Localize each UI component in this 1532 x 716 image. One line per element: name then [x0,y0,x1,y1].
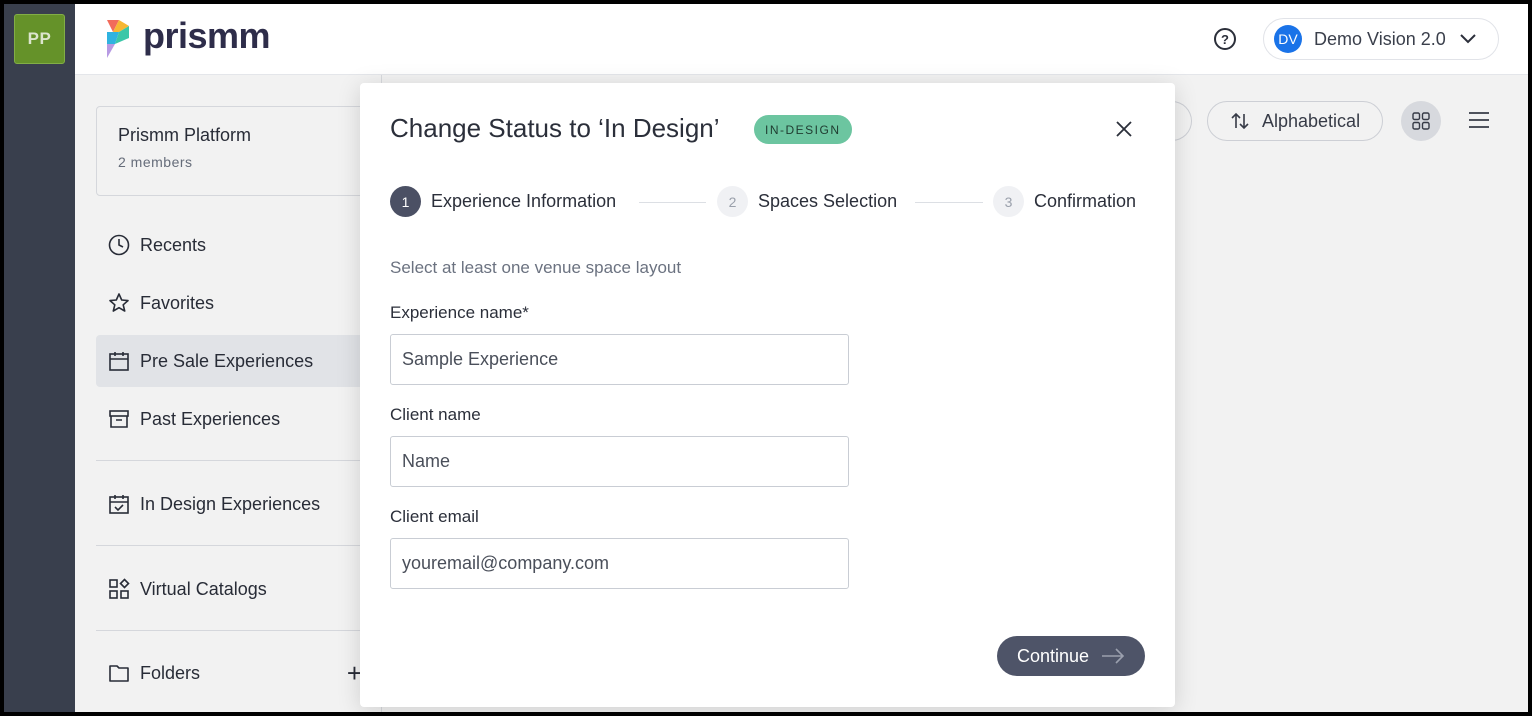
client-name-label: Client name [390,405,481,424]
step-label: Experience Information [431,191,617,211]
status-badge: IN-DESIGN [754,115,852,144]
top-header: prismm ? DV Demo Vision 2.0 [75,4,1528,75]
step-confirmation: 3 Confirmation [993,186,1136,217]
step-spaces-selection: 2 Spaces Selection [717,186,897,217]
question-circle-icon: ? [1221,31,1229,47]
help-button[interactable]: ? [1214,28,1236,50]
chevron-down-icon [1460,34,1476,44]
step-connector [639,202,706,203]
stepper: 1 Experience Information 2 Spaces Select… [390,186,1146,218]
logo-wordmark: prismm [143,15,271,56]
account-name: Demo Vision 2.0 [1314,28,1446,49]
step-number: 2 [717,186,748,217]
account-menu[interactable]: DV Demo Vision 2.0 [1263,18,1499,60]
step-connector [915,202,983,203]
avatar: DV [1274,25,1302,53]
prismm-logo-icon [107,20,129,58]
experience-name-label: Experience name* [390,303,529,322]
step-number: 3 [993,186,1024,217]
step-label: Confirmation [1034,191,1137,211]
app-window: PP prismm ? DV Demo Vision 2.0 Prismm Pl… [4,4,1528,712]
dialog-title: Change Status to ‘In Design’ [390,113,720,143]
step-experience-information: 1 Experience Information [390,186,616,217]
continue-button[interactable]: Continue [997,636,1145,676]
client-email-input[interactable] [390,538,849,589]
prismm-logo[interactable]: prismm [105,15,271,60]
change-status-dialog: Change Status to ‘In Design’ IN-DESIGN 1… [360,83,1175,707]
helper-text: Select at least one venue space layout [390,258,682,277]
modal-backdrop-rail [4,4,75,712]
continue-label: Continue [1016,645,1090,666]
close-icon[interactable] [1115,120,1133,138]
step-label: Spaces Selection [758,191,898,211]
arrow-right-icon [1102,648,1125,664]
step-number: 1 [390,186,421,217]
client-email-label: Client email [390,507,479,526]
client-name-input[interactable] [390,436,849,487]
experience-name-input[interactable] [390,334,849,385]
